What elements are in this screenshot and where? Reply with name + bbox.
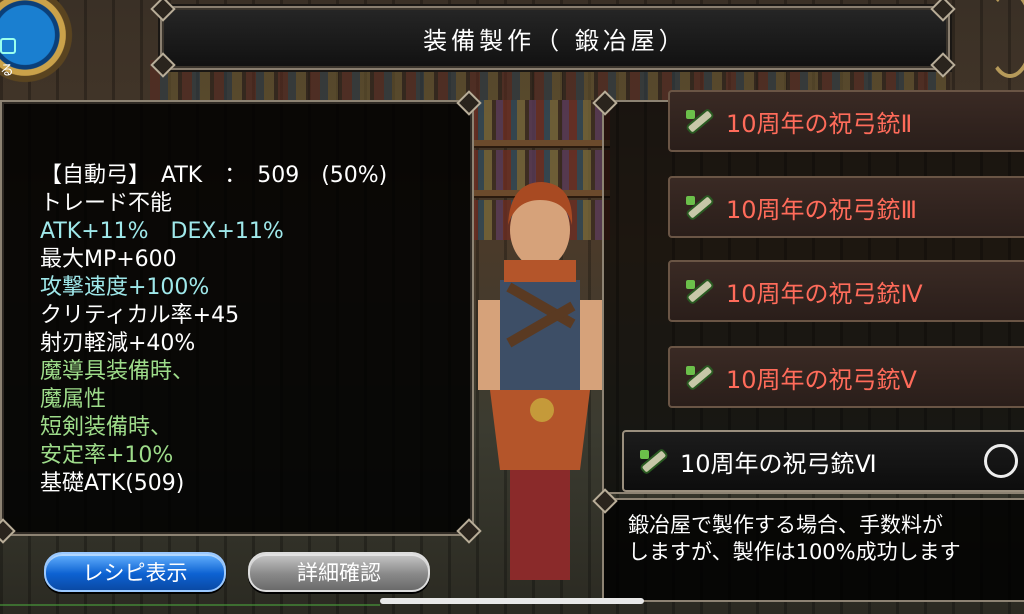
item-stat-line: 魔導具装備時、 (40, 359, 195, 384)
shelf-decor (470, 140, 610, 146)
detail-confirm-button[interactable]: 詳細確認 (248, 552, 430, 592)
crossbow-gun-icon (684, 276, 714, 306)
recipe-item[interactable]: 10周年の祝弓銃Ⅳ (668, 260, 1024, 322)
recipe-item[interactable]: 10周年の祝弓銃Ⅲ (668, 176, 1024, 238)
recipe-item[interactable]: 10周年の祝弓銃Ⅴ (668, 346, 1024, 408)
description-panel: 鍛冶屋で製作する場合、手数料が しますが、製作は100%成功します (602, 498, 1024, 602)
recipe-label: 10周年の祝弓銃Ⅴ (726, 365, 917, 394)
recipe-label: 10周年の祝弓銃Ⅳ (726, 279, 923, 308)
corner-button-label: る (0, 63, 14, 79)
home-indicator[interactable] (380, 598, 644, 604)
item-stat-line: 安定率+10% (40, 443, 174, 468)
item-stat-line: 射刃軽減+40% (40, 331, 196, 356)
recipe-display-button[interactable]: レシピ表示 (44, 552, 226, 592)
bookshelf-decor (470, 100, 610, 140)
item-stats-list: 【自動弓】 ATK ： 509 (50%) トレード不能 ATK+11% DEX+1… (40, 162, 387, 498)
recipe-label: 10周年の祝弓銃Ⅱ (726, 109, 913, 138)
recipe-item[interactable]: 10周年の祝弓銃Ⅵ (622, 430, 1024, 492)
crossbow-gun-icon (684, 192, 714, 222)
item-stat-line: 【自動弓】 ATK ： 509 (50%) (40, 163, 388, 188)
page-title: 装備製作（ 鍛冶屋） (423, 26, 687, 55)
item-stat-line: 魔属性 (40, 387, 107, 412)
radio-circle-icon[interactable] (984, 444, 1018, 478)
crossbow-gun-icon (684, 106, 714, 136)
recipe-item[interactable]: 10周年の祝弓銃Ⅱ (668, 90, 1024, 152)
character-model (478, 182, 602, 580)
item-stat-line: 攻撃速度+100% (40, 275, 210, 300)
title-bar: 装備製作（ 鍛冶屋） (160, 6, 950, 70)
item-stat-line: 最大MP+600 (40, 247, 177, 272)
recipe-label: 10周年の祝弓銃Ⅲ (726, 195, 918, 224)
item-stat-line: クリティカル率+45 (40, 303, 240, 328)
crossbow-gun-icon (638, 446, 668, 476)
item-stat-line: トレード不能 (40, 191, 173, 216)
item-stat-line: 短剣装備時、 (40, 415, 173, 440)
crossbow-gun-icon (684, 362, 714, 392)
description-text: 鍛冶屋で製作する場合、手数料が しますが、製作は100%成功します (628, 513, 961, 564)
item-stat-line: 基礎ATK(509) (40, 471, 185, 496)
menu-icon (0, 38, 16, 54)
progress-decor (0, 604, 380, 606)
recipe-label: 10周年の祝弓銃Ⅵ (680, 449, 877, 478)
item-stats-panel: 【自動弓】 ATK ： 509 (50%) トレード不能 ATK+11% DEX+1… (0, 100, 474, 536)
item-stat-line: ATK+11% DEX+11% (40, 219, 284, 244)
